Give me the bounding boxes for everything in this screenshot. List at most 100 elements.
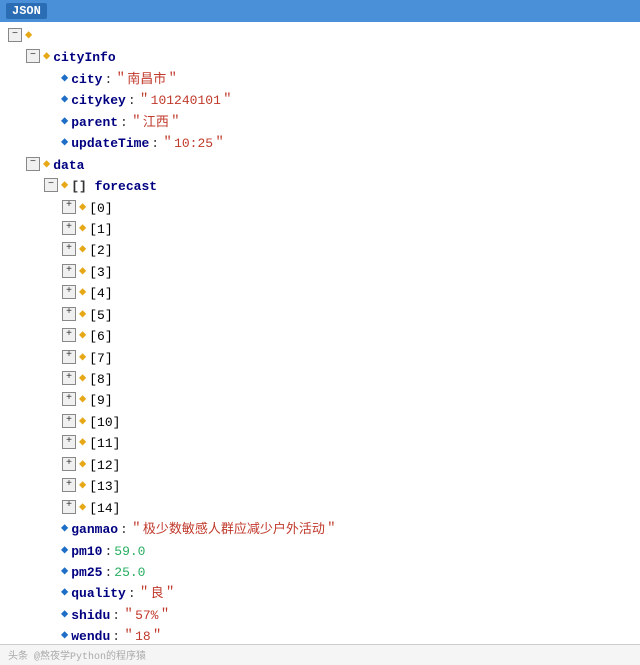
arr-item-4: + ◆ [4] xyxy=(8,283,632,304)
pm10-value: 59.0 xyxy=(114,541,145,562)
ganmao-value: ＂极少数敏感人群应减少户外活动＂ xyxy=(130,519,338,540)
arr-key-13: [13] xyxy=(89,476,120,497)
arr-key-0: [0] xyxy=(89,198,112,219)
arr-icon-1: ◆ xyxy=(79,219,86,239)
pm10-icon: ◆ xyxy=(61,541,68,561)
arr-item-7: + ◆ [7] xyxy=(8,348,632,369)
arr-toggle-12[interactable]: + xyxy=(62,457,76,471)
citykey-indent xyxy=(44,90,58,104)
pm25-key: pm25 xyxy=(71,562,102,583)
parent-indent xyxy=(44,112,58,126)
arr-item-11: + ◆ [11] xyxy=(8,433,632,454)
arr-key-2: [2] xyxy=(89,240,112,261)
arr-toggle-1[interactable]: + xyxy=(62,221,76,235)
arr-icon-5: ◆ xyxy=(79,305,86,325)
city-node: ◆ city : ＂南昌市＂ xyxy=(8,69,632,90)
toolbar: JSON xyxy=(0,0,640,22)
parent-value: ＂江西＂ xyxy=(130,112,182,133)
arr-key-3: [3] xyxy=(89,262,112,283)
citykey-node: ◆ citykey : ＂101240101＂ xyxy=(8,90,632,111)
arr-icon-0: ◆ xyxy=(79,198,86,218)
arr-key-14: [14] xyxy=(89,498,120,519)
arr-item-3: + ◆ [3] xyxy=(8,262,632,283)
cityinfo-icon: ◆ xyxy=(43,47,50,67)
updatetime-node: ◆ updateTime : ＂10:25＂ xyxy=(8,133,632,154)
quality-node: ◆ quality : ＂良＂ xyxy=(8,583,632,604)
arr-key-8: [8] xyxy=(89,369,112,390)
data-node: − ◆ data xyxy=(8,155,632,176)
arr-icon-12: ◆ xyxy=(79,455,86,475)
footer-left: 头条 @熬夜学Python的程序猿 xyxy=(8,647,632,663)
data-toggle[interactable]: − xyxy=(26,157,40,171)
arr-icon-14: ◆ xyxy=(79,498,86,518)
arr-icon-6: ◆ xyxy=(79,326,86,346)
toolbar-label: JSON xyxy=(6,3,47,19)
data-key: data xyxy=(53,155,84,176)
arr-key-12: [12] xyxy=(89,455,120,476)
arr-toggle-6[interactable]: + xyxy=(62,328,76,342)
arr-toggle-2[interactable]: + xyxy=(62,242,76,256)
ganmao-node: ◆ ganmao : ＂极少数敏感人群应减少户外活动＂ xyxy=(8,519,632,540)
cityinfo-node: − ◆ cityInfo xyxy=(8,47,632,68)
forecast-toggle[interactable]: − xyxy=(44,178,58,192)
updatetime-value: ＂10:25＂ xyxy=(161,133,226,154)
citykey-value: ＂101240101＂ xyxy=(138,90,234,111)
arr-item-1: + ◆ [1] xyxy=(8,219,632,240)
arr-icon-3: ◆ xyxy=(79,262,86,282)
arr-icon-2: ◆ xyxy=(79,240,86,260)
arr-item-6: + ◆ [6] xyxy=(8,326,632,347)
citykey-key: citykey xyxy=(71,90,126,111)
pm25-value: 25.0 xyxy=(114,562,145,583)
arr-toggle-4[interactable]: + xyxy=(62,285,76,299)
root-node: − ◆ xyxy=(8,26,632,47)
shidu-value: ＂57%＂ xyxy=(122,605,171,626)
arr-toggle-5[interactable]: + xyxy=(62,307,76,321)
arr-key-5: [5] xyxy=(89,305,112,326)
shidu-key: shidu xyxy=(71,605,110,626)
forecast-node: − ◆ [] forecast xyxy=(8,176,632,197)
city-key: city xyxy=(71,69,102,90)
arr-toggle-0[interactable]: + xyxy=(62,200,76,214)
city-indent xyxy=(44,69,58,83)
parent-node: ◆ parent : ＂江西＂ xyxy=(8,112,632,133)
arr-item-5: + ◆ [5] xyxy=(8,305,632,326)
arr-toggle-14[interactable]: + xyxy=(62,500,76,514)
pm25-node: ◆ pm25 : 25.0 xyxy=(8,562,632,583)
pm10-node: ◆ pm10 : 59.0 xyxy=(8,541,632,562)
arr-key-6: [6] xyxy=(89,326,112,347)
arr-item-0: + ◆ [0] xyxy=(8,198,632,219)
forecast-label: [] forecast xyxy=(71,176,157,197)
arr-toggle-7[interactable]: + xyxy=(62,350,76,364)
arr-key-7: [7] xyxy=(89,348,112,369)
city-value: ＂南昌市＂ xyxy=(114,69,179,90)
arr-key-10: [10] xyxy=(89,412,120,433)
ganmao-key: ganmao xyxy=(71,519,118,540)
root-key xyxy=(35,26,43,47)
arr-toggle-10[interactable]: + xyxy=(62,414,76,428)
arr-key-11: [11] xyxy=(89,433,120,454)
tree-container[interactable]: − ◆ − ◆ cityInfo ◆ city : ＂南昌市＂ ◆ cityke… xyxy=(0,22,640,665)
arr-icon-7: ◆ xyxy=(79,348,86,368)
quality-icon: ◆ xyxy=(61,583,68,603)
arr-toggle-9[interactable]: + xyxy=(62,392,76,406)
parent-key: parent xyxy=(71,112,118,133)
arr-toggle-13[interactable]: + xyxy=(62,478,76,492)
quality-value: ＂良＂ xyxy=(138,583,177,604)
citykey-icon: ◆ xyxy=(61,90,68,110)
root-toggle[interactable]: − xyxy=(8,28,22,42)
shidu-icon: ◆ xyxy=(61,605,68,625)
footer-bar: 头条 @熬夜学Python的程序猿 xyxy=(0,644,640,665)
quality-key: quality xyxy=(71,583,126,604)
arr-toggle-3[interactable]: + xyxy=(62,264,76,278)
updatetime-icon: ◆ xyxy=(61,133,68,153)
ganmao-icon: ◆ xyxy=(61,519,68,539)
arr-icon-9: ◆ xyxy=(79,390,86,410)
root-icon: ◆ xyxy=(25,26,32,46)
arr-icon-4: ◆ xyxy=(79,283,86,303)
arr-item-13: + ◆ [13] xyxy=(8,476,632,497)
cityinfo-toggle[interactable]: − xyxy=(26,49,40,63)
arr-key-1: [1] xyxy=(89,219,112,240)
arr-toggle-8[interactable]: + xyxy=(62,371,76,385)
updatetime-key: updateTime xyxy=(71,133,149,154)
arr-toggle-11[interactable]: + xyxy=(62,435,76,449)
